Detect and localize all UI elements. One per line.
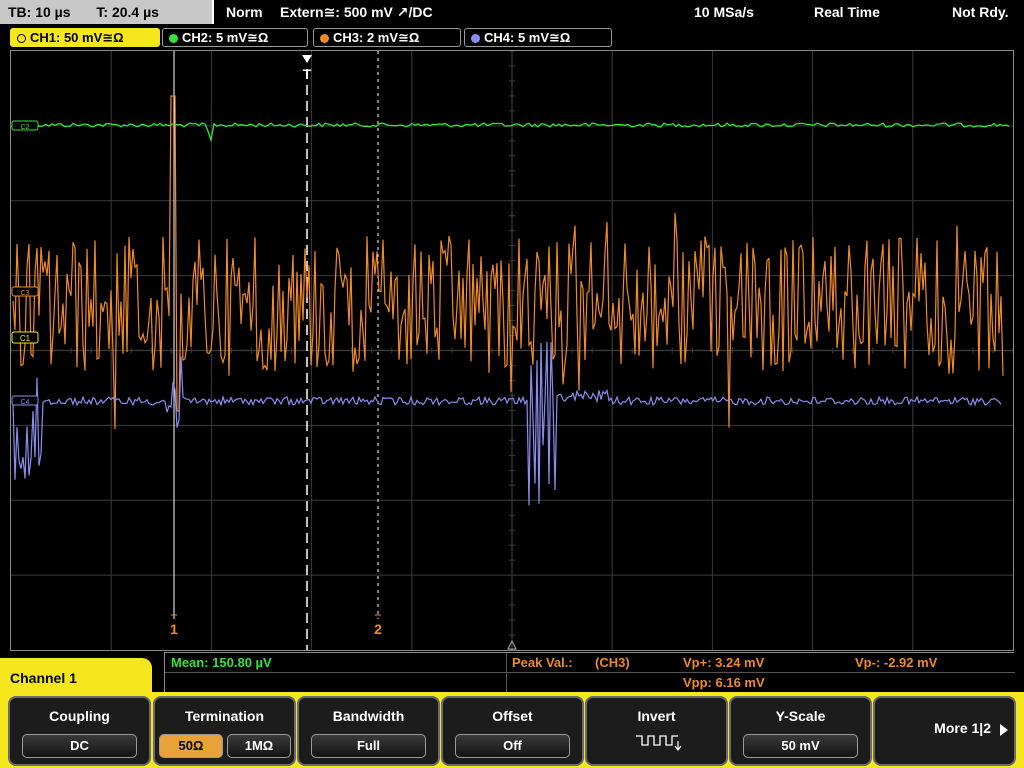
svg-text:C2: C2	[21, 124, 30, 131]
bandwidth-softkey[interactable]: Bandwidth Full	[297, 696, 440, 766]
mean-measurement: Mean: 150.80 µV	[171, 655, 272, 670]
ch1-label: CH1: 50 mV≅Ω	[30, 30, 124, 45]
yscale-value[interactable]: 50 mV	[743, 734, 858, 758]
invert-title: Invert	[637, 708, 676, 724]
bandwidth-value[interactable]: Full	[311, 734, 426, 758]
coupling-value[interactable]: DC	[22, 734, 137, 758]
ch2-indicator-icon	[169, 34, 178, 43]
ch3-indicator-icon	[320, 34, 329, 43]
cursor-2-label: 2	[374, 621, 382, 637]
tab-ch2[interactable]: CH2: 5 mV≅Ω	[162, 28, 308, 47]
svg-text:C4: C4	[21, 399, 30, 406]
yscale-softkey[interactable]: Y-Scale 50 mV	[729, 696, 872, 766]
ch3-marker: C3	[11, 286, 39, 297]
yscale-title: Y-Scale	[775, 708, 826, 724]
sample-rate: 10 MSa/s	[694, 4, 754, 20]
more-softkey[interactable]: More 1|2	[873, 696, 1016, 766]
coupling-softkey[interactable]: Coupling DC	[8, 696, 151, 766]
trigger-time-value: T: 20.4 µs	[96, 4, 159, 20]
trigger-marker-icon	[302, 55, 312, 63]
tab-ch4[interactable]: CH4: 5 mV≅Ω	[464, 28, 612, 47]
ch4-label: CH4: 5 mV≅Ω	[484, 30, 571, 45]
termination-title: Termination	[184, 708, 265, 724]
ch4-indicator-icon	[471, 34, 480, 43]
trigger-source[interactable]: Extern≅: 500 mV ↗/DC	[280, 0, 433, 24]
svg-text:C1: C1	[20, 334, 31, 343]
vp-plus-value: Vp+: 3.24 mV	[683, 655, 765, 670]
offset-title: Offset	[492, 708, 533, 724]
ch2-waveform	[12, 122, 1010, 143]
top-status-bar: TB: 10 µs T: 20.4 µs Norm Extern≅: 500 m…	[0, 0, 1024, 24]
graticule: T C2 C3 C1 C4 1 2	[11, 51, 1013, 650]
ch3-label: CH3: 2 mV≅Ω	[333, 30, 420, 45]
ch2-marker: C2	[11, 120, 39, 131]
trigger-marker-label: T	[303, 66, 312, 82]
timebase-value: TB: 10 µs	[8, 4, 71, 20]
offset-value[interactable]: Off	[455, 734, 570, 758]
peak-source: (CH3)	[595, 655, 630, 670]
tab-ch1[interactable]: CH1: 50 mV≅Ω	[10, 28, 160, 47]
offset-softkey[interactable]: Offset Off	[441, 696, 584, 766]
vpp-value: Vpp: 6.16 mV	[683, 675, 765, 690]
arrow-right-icon	[1000, 724, 1008, 736]
ch2-label: CH2: 5 mV≅Ω	[182, 30, 269, 45]
invert-softkey[interactable]: Invert	[585, 696, 728, 766]
coupling-title: Coupling	[49, 708, 110, 724]
acquisition-mode: Real Time	[814, 4, 880, 20]
more-label: More 1|2	[934, 720, 991, 736]
tab-ch3[interactable]: CH3: 2 mV≅Ω	[313, 28, 461, 47]
peak-title: Peak Val.:	[512, 655, 573, 670]
bandwidth-title: Bandwidth	[332, 708, 405, 724]
trigger-status: Not Rdy.	[952, 4, 1009, 20]
termination-softkey[interactable]: Termination 50Ω 1MΩ	[153, 696, 296, 766]
softkey-bar: Coupling DC Termination 50Ω 1MΩ Bandwidt…	[0, 692, 1024, 768]
ch1-indicator-icon	[17, 34, 26, 43]
svg-text:C3: C3	[21, 290, 30, 297]
ch3-waveform	[12, 95, 1004, 430]
invert-waveform-icon	[636, 735, 682, 751]
ch1-marker: C1	[11, 331, 39, 344]
channel-tab-row: CH1: 50 mV≅Ω CH2: 5 mV≅Ω CH3: 2 mV≅Ω CH4…	[0, 26, 1024, 48]
termination-50ohm-option[interactable]: 50Ω	[159, 734, 223, 758]
timebase-box[interactable]: TB: 10 µs T: 20.4 µs	[0, 0, 214, 24]
ch4-marker: C4	[11, 395, 39, 406]
vp-minus-value: Vp-: -2.92 mV	[855, 655, 938, 670]
waveform-display[interactable]: T C2 C3 C1 C4 1 2	[10, 50, 1014, 651]
cursor-1-label: 1	[170, 621, 178, 637]
measurement-panel: Mean: 150.80 µV Peak Val.: (CH3) Vp+: 3.…	[164, 652, 1015, 693]
termination-1mohm-option[interactable]: 1MΩ	[227, 734, 291, 758]
trigger-mode[interactable]: Norm	[226, 0, 263, 24]
